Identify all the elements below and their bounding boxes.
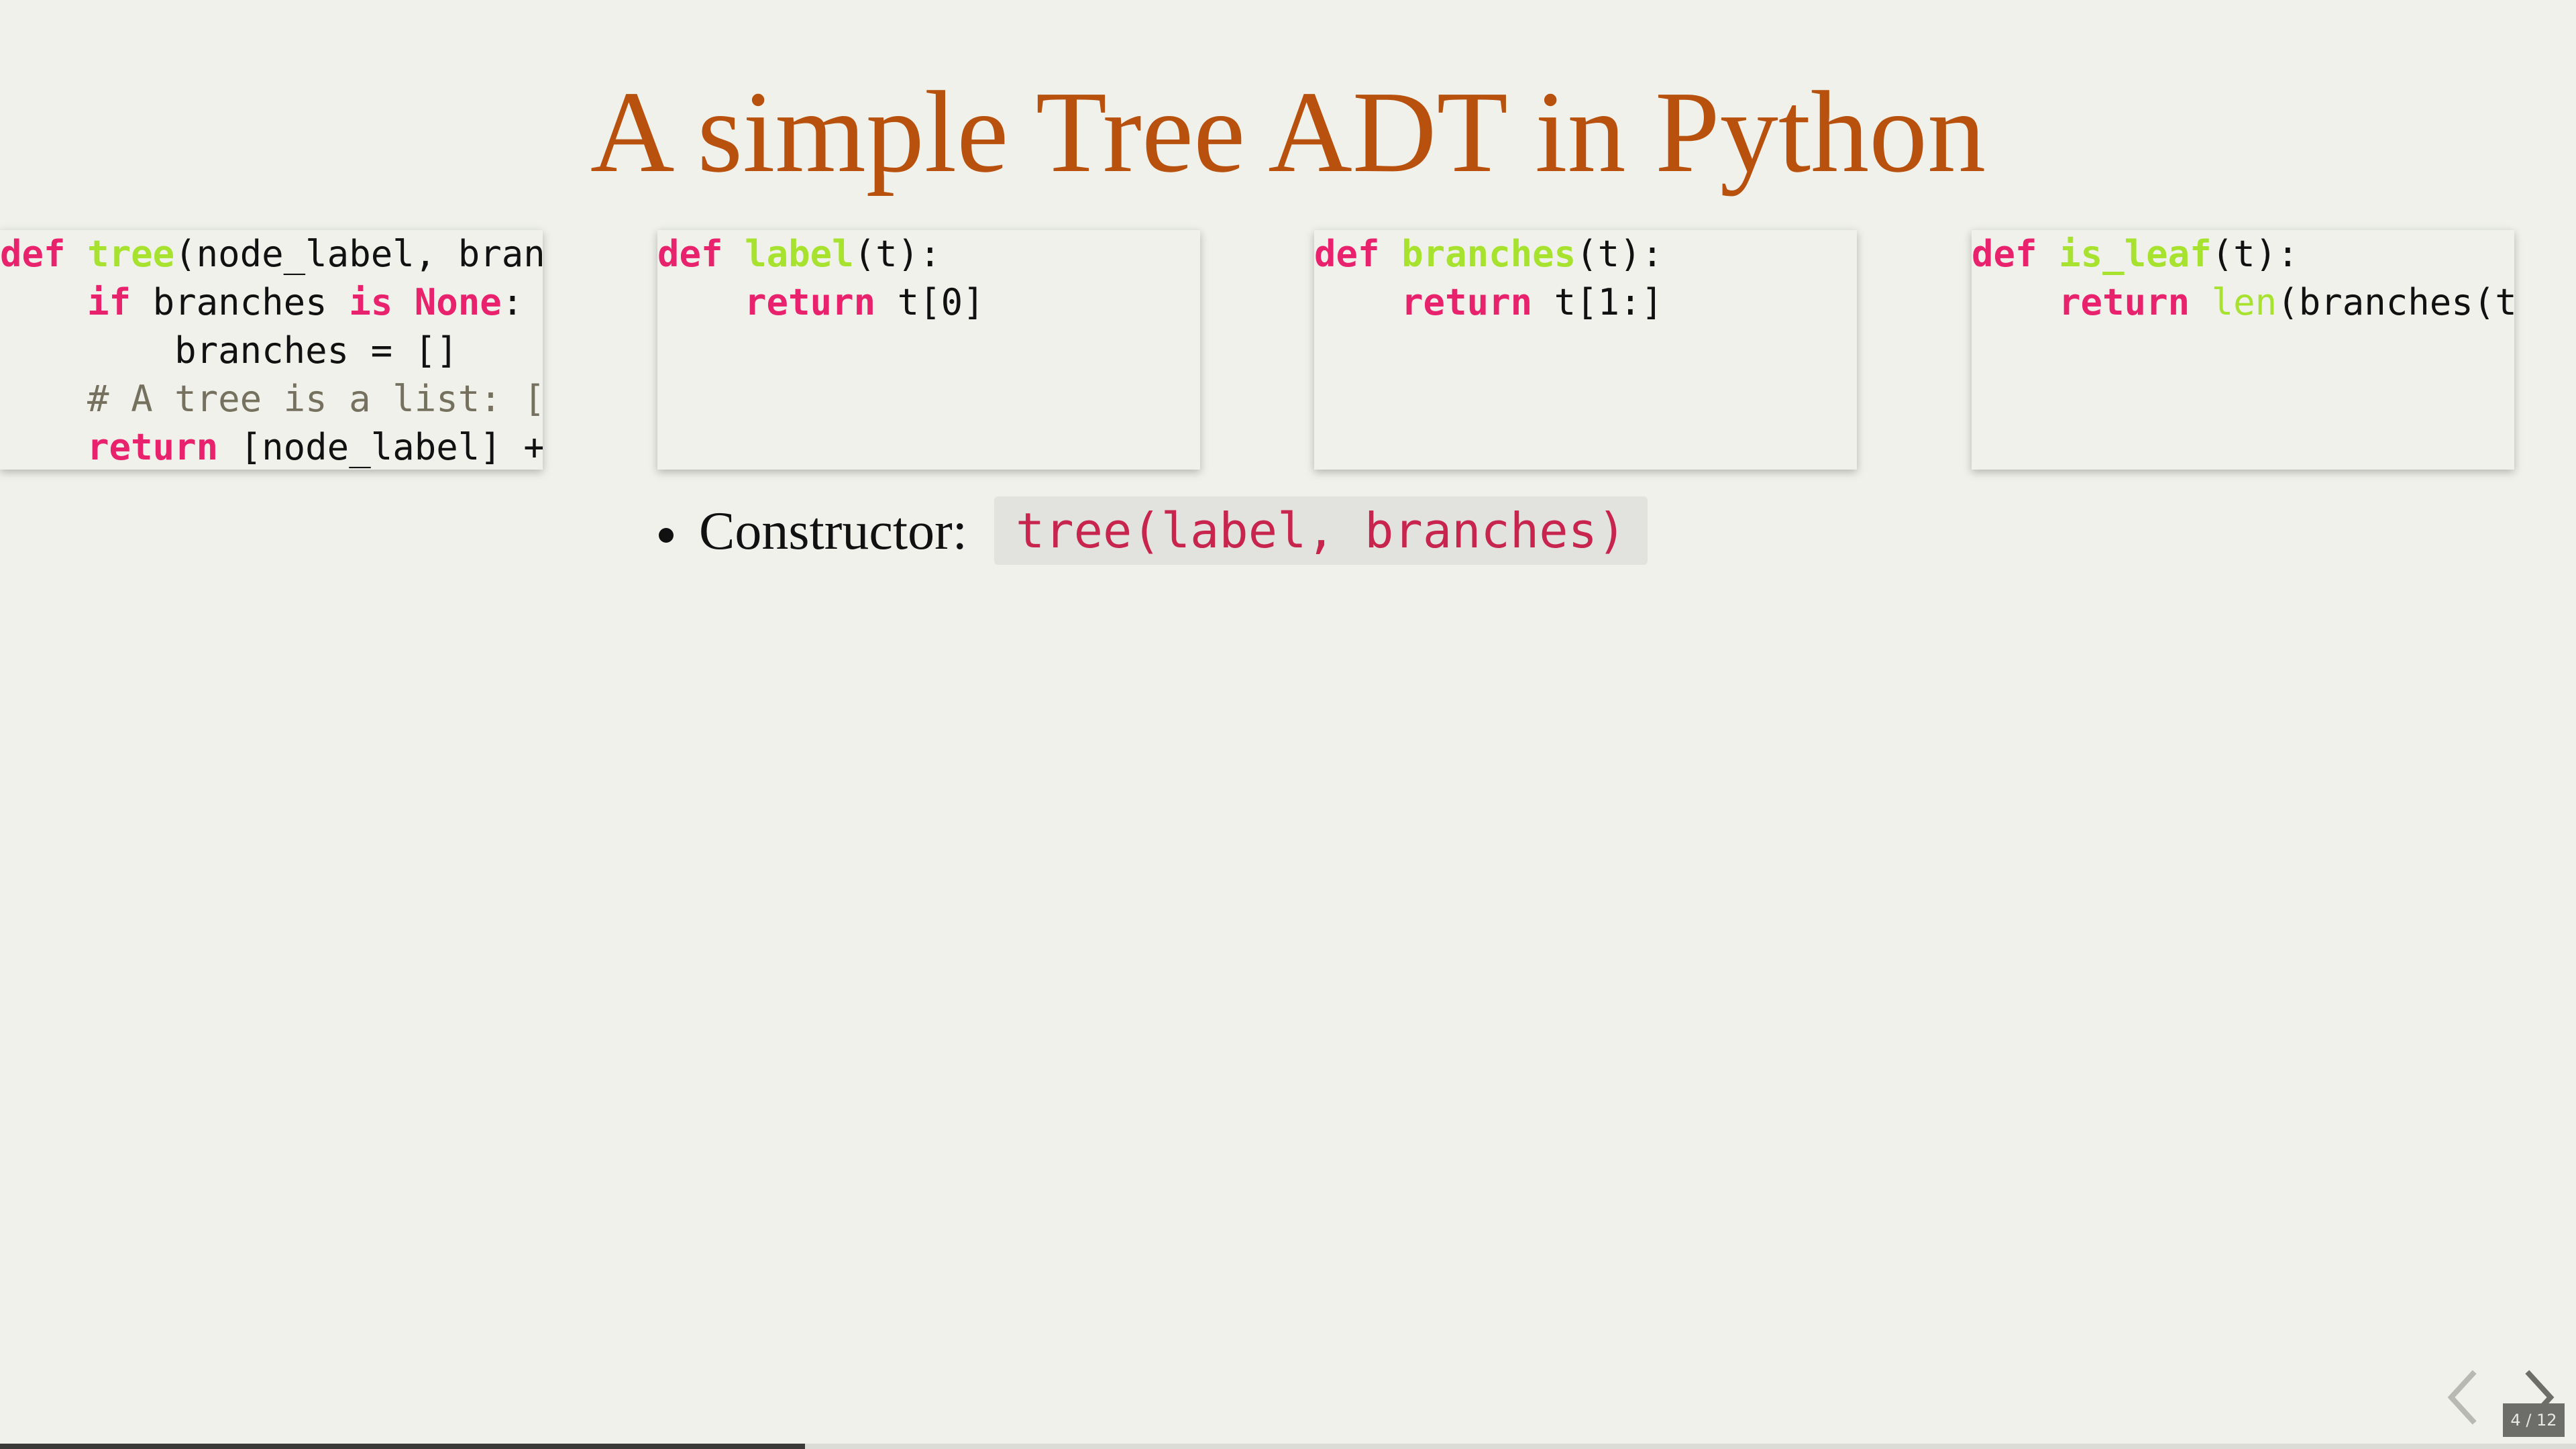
code-block-tree: def tree(node_label, bran if branches is… [0, 230, 543, 470]
code-content: def branches(t): return t[1:] [1314, 233, 1664, 323]
bullet-item-constructor: Constructor: tree(label, branches) [657, 496, 1648, 566]
progress-bar[interactable] [0, 1444, 2576, 1449]
bullet-icon [659, 528, 674, 543]
slide-counter: 4 / 12 [2503, 1403, 2565, 1437]
code-block-branches: def branches(t): return t[1:] [1314, 230, 1857, 470]
progress-fill [0, 1444, 805, 1449]
chevron-left-icon [2447, 1370, 2477, 1425]
bullet-label: Constructor: [699, 502, 967, 561]
code-block-is-leaf: def is_leaf(t): return len(branches(t [1972, 230, 2514, 470]
prev-slide-button[interactable] [2436, 1367, 2490, 1428]
slide: A simple Tree ADT in Python def tree(nod… [0, 0, 2576, 1449]
code-content: def tree(node_label, bran if branches is… [0, 233, 543, 468]
code-block-label: def label(t): return t[0] [657, 230, 1200, 470]
inline-code: tree(label, branches) [994, 496, 1648, 565]
bullet-list: Constructor: tree(label, branches) [657, 496, 1648, 566]
code-content: def is_leaf(t): return len(branches(t [1972, 233, 2514, 323]
code-content: def label(t): return t[0] [657, 233, 985, 323]
slide-title: A simple Tree ADT in Python [590, 67, 1986, 197]
